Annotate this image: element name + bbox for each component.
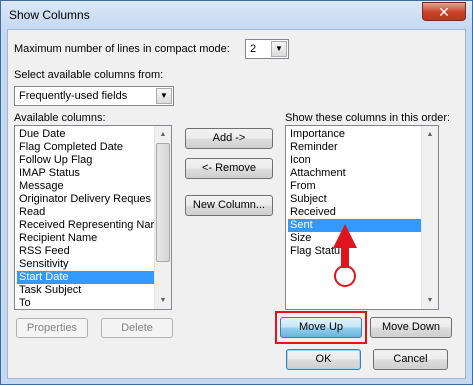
list-item[interactable]: Received [288, 206, 422, 219]
delete-button[interactable]: Delete [101, 318, 173, 338]
list-item[interactable]: Subject [288, 193, 422, 206]
show-columns-list[interactable]: Importance Reminder Icon Attachment From Subj… [285, 125, 439, 310]
max-lines-select[interactable]: 2 ▼ [245, 39, 289, 59]
new-column-button[interactable]: New Column... [185, 195, 273, 216]
scroll-up-icon[interactable]: ▲ [155, 126, 171, 143]
list-item[interactable]: Start Date [17, 271, 155, 284]
list-item[interactable]: Recipient Name [17, 232, 155, 245]
show-scrollbar[interactable]: ▲ ▼ [421, 126, 438, 309]
window-title: Show Columns [9, 8, 90, 22]
max-lines-label: Maximum number of lines in compact mode: [14, 43, 230, 55]
list-item[interactable]: Flag Completed Date [17, 141, 155, 154]
dialog-body: Maximum number of lines in compact mode:… [7, 29, 466, 379]
list-item[interactable]: Sensitivity [17, 258, 155, 271]
list-item[interactable]: Received Representing Nar [17, 219, 155, 232]
list-item[interactable]: IMAP Status [17, 167, 155, 180]
remove-button[interactable]: <- Remove [185, 158, 273, 179]
title-bar[interactable]: Show Columns ✕ [1, 1, 472, 29]
available-scrollbar[interactable]: ▲ ▼ [154, 126, 171, 309]
max-lines-value: 2 [250, 43, 257, 55]
scroll-down-icon[interactable]: ▼ [422, 292, 438, 309]
list-item[interactable]: Due Date [17, 128, 155, 141]
cancel-button[interactable]: Cancel [373, 349, 448, 370]
show-columns-label: Show these columns in this order: [285, 112, 451, 124]
move-up-button[interactable]: Move Up [280, 317, 362, 338]
available-columns-label: Available columns: [14, 112, 106, 124]
scroll-thumb[interactable] [156, 143, 170, 262]
select-from-value: Frequently-used fields [19, 90, 128, 102]
chevron-down-icon[interactable]: ▼ [271, 41, 287, 57]
select-from-dropdown[interactable]: Frequently-used fields ▼ [14, 86, 174, 106]
move-down-button[interactable]: Move Down [370, 317, 452, 338]
close-button[interactable]: ✕ [422, 2, 466, 21]
list-item[interactable]: Icon [288, 154, 422, 167]
list-item[interactable]: Originator Delivery Reques [17, 193, 155, 206]
list-item[interactable]: Follow Up Flag [17, 154, 155, 167]
add-button[interactable]: Add -> [185, 128, 273, 149]
list-item[interactable]: To [17, 297, 155, 309]
list-item[interactable]: Reminder [288, 141, 422, 154]
show-columns-dialog: Show Columns ✕ Maximum number of lines i… [0, 0, 473, 385]
list-item[interactable]: From [288, 180, 422, 193]
list-item[interactable]: Read [17, 206, 155, 219]
list-item[interactable]: Attachment [288, 167, 422, 180]
list-item[interactable]: Task Subject [17, 284, 155, 297]
select-from-label: Select available columns from: [14, 69, 164, 81]
scroll-down-icon[interactable]: ▼ [155, 292, 171, 309]
ok-button[interactable]: OK [286, 349, 361, 370]
list-item[interactable]: Importance [288, 128, 422, 141]
properties-button[interactable]: Properties [16, 318, 88, 338]
list-item[interactable]: RSS Feed [17, 245, 155, 258]
chevron-down-icon[interactable]: ▼ [156, 88, 172, 104]
scroll-up-icon[interactable]: ▲ [422, 126, 438, 143]
annotation-arrow-icon [333, 224, 357, 287]
available-columns-list[interactable]: Due Date Flag Completed Date Follow Up Fla… [14, 125, 172, 310]
list-item[interactable]: Message [17, 180, 155, 193]
